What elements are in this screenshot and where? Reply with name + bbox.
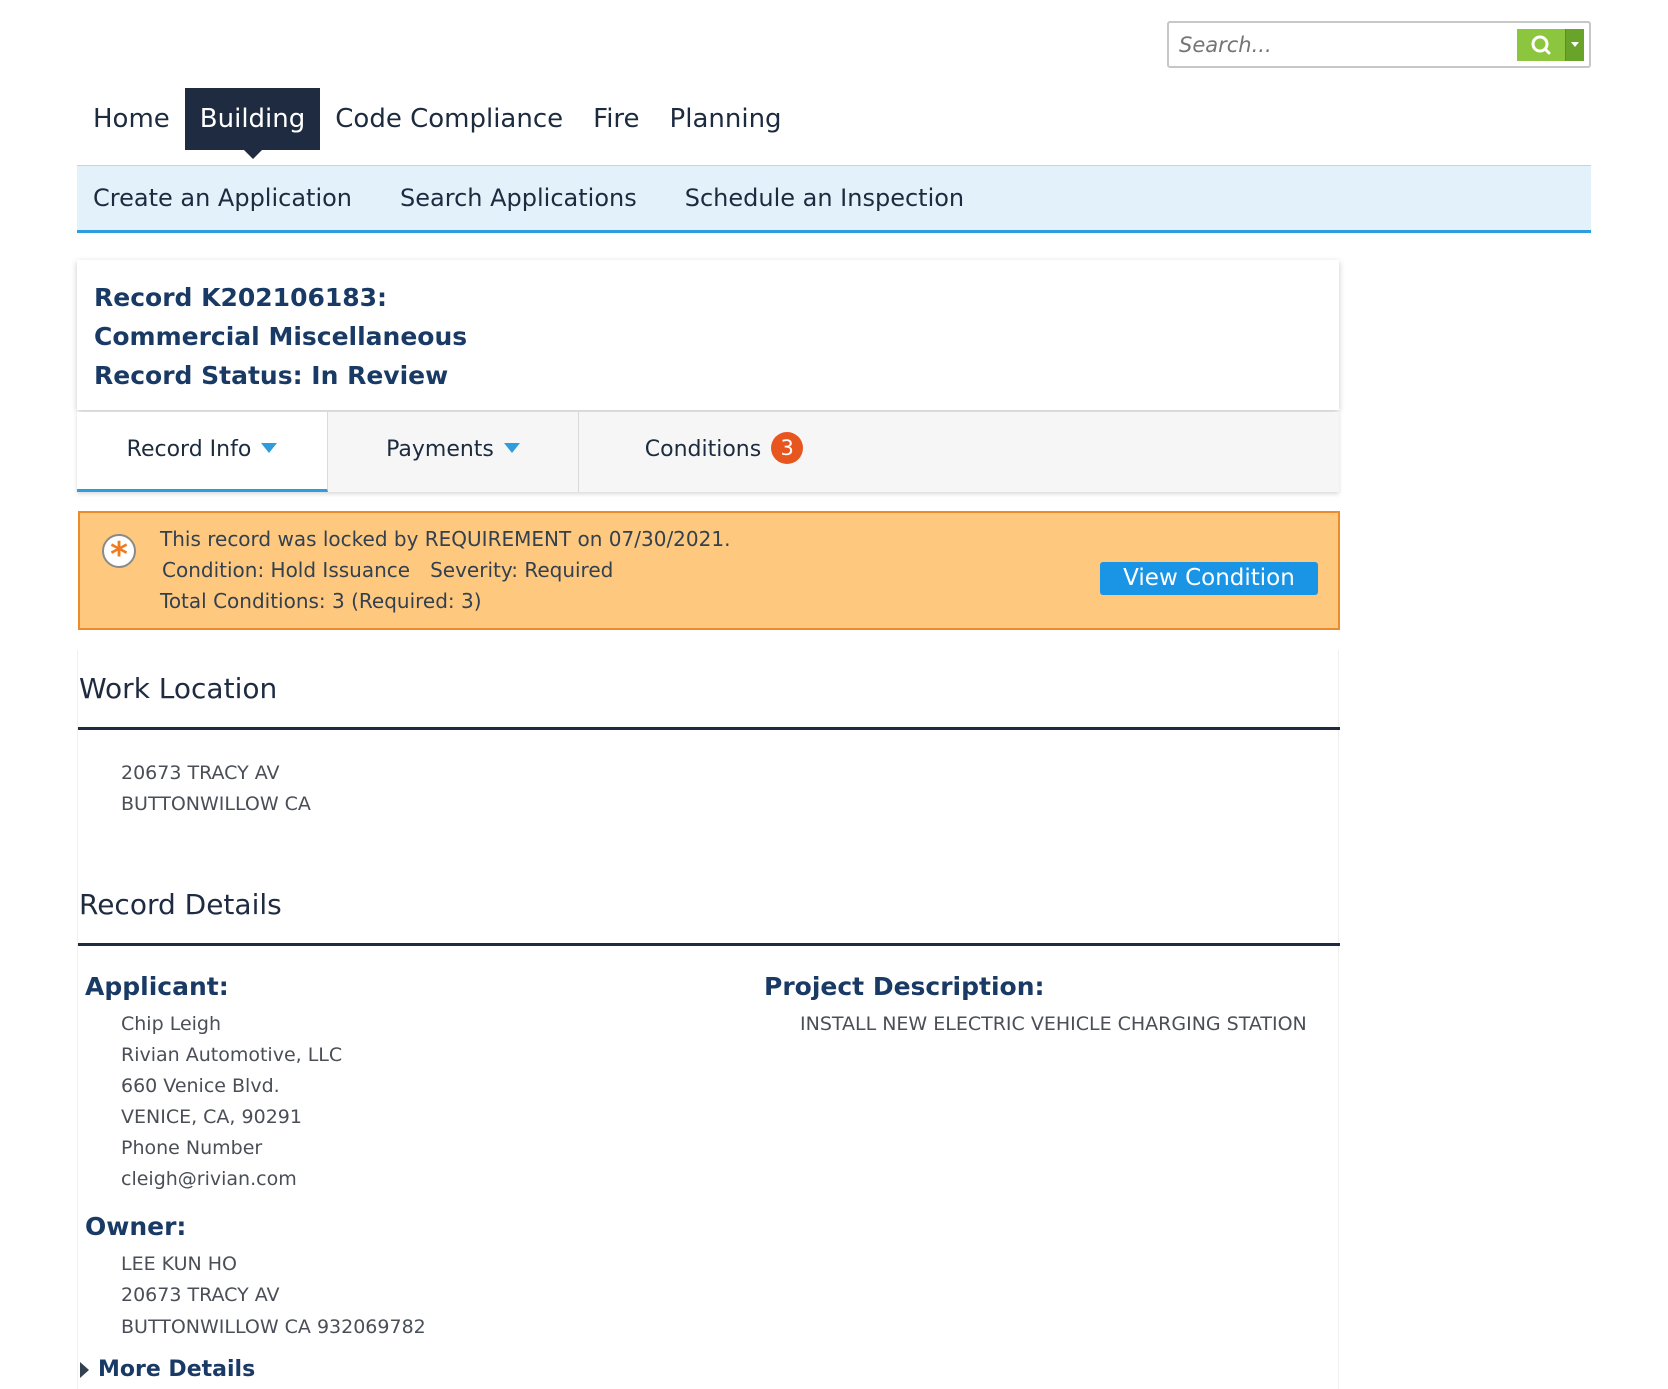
applicant-label: Applicant: xyxy=(85,972,229,1001)
more-details-link[interactable]: More Details xyxy=(98,1357,255,1382)
main-nav: Home Building Code Compliance Fire Plann… xyxy=(78,88,797,159)
view-condition-button[interactable]: View Condition xyxy=(1100,562,1318,595)
section-divider xyxy=(78,727,1340,730)
tab-payments[interactable]: Payments xyxy=(328,412,579,492)
applicant-email: cleigh@rivian.com xyxy=(121,1168,297,1190)
alert-condition: Condition: Hold Issuance xyxy=(162,558,411,582)
sub-nav: Create an Application Search Application… xyxy=(77,166,1591,233)
expand-arrow-icon[interactable] xyxy=(80,1362,89,1378)
alert-totals: Total Conditions: 3 (Required: 3) xyxy=(160,589,482,613)
owner-city: BUTTONWILLOW CA 932069782 xyxy=(121,1316,426,1338)
applicant-name: Chip Leigh xyxy=(121,1013,222,1035)
applicant-city: VENICE, CA, 90291 xyxy=(121,1106,302,1128)
conditions-count-badge: 3 xyxy=(771,432,804,464)
record-number: Record K202106183: xyxy=(94,283,388,312)
sub-nav-search-applications[interactable]: Search Applications xyxy=(384,184,653,212)
search-options-dropdown[interactable] xyxy=(1565,29,1584,61)
project-description-label: Project Description: xyxy=(764,972,1045,1001)
record-status: Record Status: In Review xyxy=(94,361,449,390)
sub-nav-create-application[interactable]: Create an Application xyxy=(77,184,368,212)
nav-building[interactable]: Building xyxy=(184,88,321,159)
sub-nav-schedule-inspection[interactable]: Schedule an Inspection xyxy=(669,184,980,212)
section-divider xyxy=(78,943,1340,946)
owner-label: Owner: xyxy=(85,1212,187,1241)
tab-record-info-label: Record Info xyxy=(126,437,252,462)
applicant-company: Rivian Automotive, LLC xyxy=(121,1044,343,1066)
project-description-value: INSTALL NEW ELECTRIC VEHICLE CHARGING ST… xyxy=(800,1013,1307,1035)
tab-conditions-label: Conditions xyxy=(644,437,762,462)
tab-conditions[interactable]: Conditions 3 xyxy=(579,412,869,492)
nav-planning[interactable]: Planning xyxy=(655,88,797,150)
search-button[interactable] xyxy=(1517,29,1565,61)
work-location-address1: 20673 TRACY AV xyxy=(121,762,280,784)
work-location-address2: BUTTONWILLOW CA xyxy=(121,793,311,815)
search-box xyxy=(1167,21,1591,68)
nav-fire[interactable]: Fire xyxy=(578,88,654,150)
alert-message: This record was locked by REQUIREMENT on… xyxy=(160,527,731,551)
search-input[interactable] xyxy=(1177,29,1501,61)
nav-code-compliance[interactable]: Code Compliance xyxy=(320,88,578,150)
record-type: Commercial Miscellaneous xyxy=(94,322,468,351)
search-icon xyxy=(1531,35,1551,55)
asterisk-icon: * xyxy=(102,534,136,574)
tab-payments-label: Payments xyxy=(386,437,494,462)
tab-record-info[interactable]: Record Info xyxy=(77,412,328,492)
condition-alert: * This record was locked by REQUIREMENT … xyxy=(78,511,1340,630)
alert-condition-line: Condition: Hold Issuance Severity: Requir… xyxy=(162,558,613,582)
owner-street: 20673 TRACY AV xyxy=(121,1284,280,1306)
applicant-phone: Phone Number xyxy=(121,1137,263,1159)
caret-down-icon xyxy=(261,443,278,453)
work-location-title: Work Location xyxy=(79,672,278,705)
owner-name: LEE KUN HO xyxy=(121,1253,237,1275)
alert-severity: Severity: Required xyxy=(430,558,614,582)
applicant-street: 660 Venice Blvd. xyxy=(121,1075,280,1097)
record-tabs: Record Info Payments Conditions 3 xyxy=(77,412,1339,492)
caret-down-icon xyxy=(503,443,520,453)
record-details-title: Record Details xyxy=(79,888,282,921)
nav-home[interactable]: Home xyxy=(78,88,185,150)
record-header: Record K202106183: Commercial Miscellane… xyxy=(77,260,1339,410)
